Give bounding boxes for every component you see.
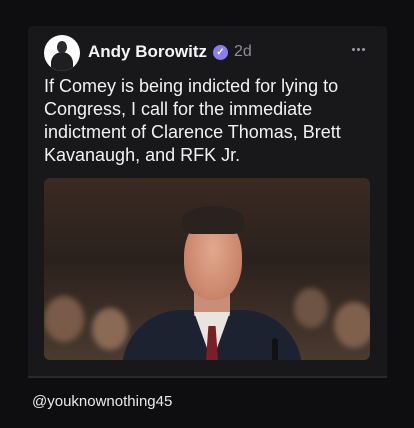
post-header: Andy Borowitz ✓ 2d <box>88 40 252 64</box>
post-photo[interactable] <box>44 178 370 360</box>
background-person <box>44 296 84 342</box>
post-text: If Comey is being indicted for lying to … <box>44 76 341 165</box>
verified-check-icon: ✓ <box>213 44 228 60</box>
more-options-icon[interactable] <box>349 44 367 54</box>
hair <box>182 206 244 234</box>
avatar-body <box>51 52 73 71</box>
background-person <box>92 308 128 350</box>
author-avatar[interactable] <box>44 35 80 71</box>
divider <box>28 376 387 378</box>
author-name[interactable]: Andy Borowitz <box>88 42 207 62</box>
avatar-head <box>57 41 67 53</box>
post-time: 2d <box>234 43 252 60</box>
background-person <box>334 302 370 348</box>
microphone <box>272 338 278 360</box>
watermark-handle: @youknownothing45 <box>32 393 173 410</box>
post-card[interactable]: Andy Borowitz ✓ 2d If Comey is being ind… <box>28 26 387 378</box>
background-person <box>294 288 328 328</box>
